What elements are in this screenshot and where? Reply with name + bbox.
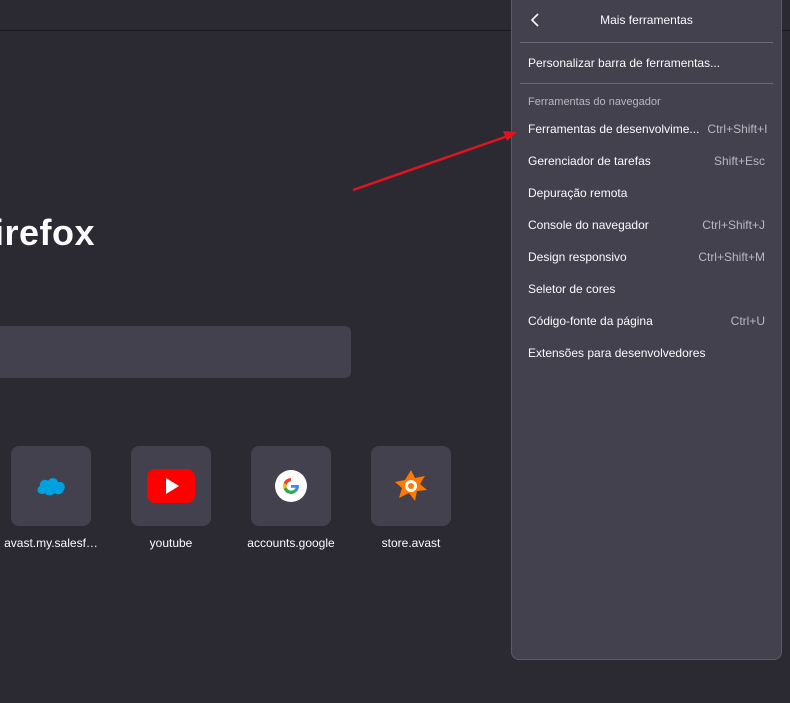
menu-item-shortcut: Ctrl+Shift+M: [698, 250, 765, 264]
menu-item-label: Personalizar barra de ferramentas...: [528, 56, 721, 70]
menu-item-label: Console do navegador: [528, 218, 649, 232]
google-g-icon: [275, 470, 307, 502]
tile-icon-box: [131, 446, 211, 526]
menu-item-shortcut: Ctrl+U: [730, 314, 765, 328]
menu-item-label: Código-fonte da página: [528, 314, 653, 328]
top-site-tile-avast[interactable]: store.avast: [371, 446, 451, 550]
tile-icon-box: [11, 446, 91, 526]
menu-item-shortcut: Shift+Esc: [713, 154, 765, 168]
menu-item-label: Design responsivo: [528, 250, 627, 264]
salesforce-cloud-icon: [37, 478, 65, 496]
tile-label: store.avast: [381, 536, 441, 550]
menu-item-label: Gerenciador de tarefas: [528, 154, 651, 168]
menu-item-label: Ferramentas de desenvolvime...: [528, 122, 700, 136]
menu-item-label: Depuração remota: [528, 186, 628, 200]
menu-item-task-manager[interactable]: Gerenciador de tarefas Shift+Esc: [512, 145, 781, 177]
menu-item-browser-console[interactable]: Console do navegador Ctrl+Shift+J: [512, 209, 781, 241]
menu-item-customize-toolbar[interactable]: Personalizar barra de ferramentas...: [512, 43, 781, 83]
menu-item-responsive-design[interactable]: Design responsivo Ctrl+Shift+M: [512, 241, 781, 273]
firefox-wordmark: irefox: [0, 212, 96, 253]
tile-icon-box: [371, 446, 451, 526]
menu-item-shortcut: Ctrl+Shift+I: [707, 122, 768, 136]
top-site-tile-youtube[interactable]: youtube: [131, 446, 211, 550]
search-input[interactable]: [0, 326, 351, 378]
menu-item-developer-extensions[interactable]: Extensões para desenvolvedores: [512, 337, 781, 369]
menu-item-shortcut: Ctrl+Shift+J: [702, 218, 765, 232]
menu-item-developer-tools[interactable]: Ferramentas de desenvolvime... Ctrl+Shif…: [512, 113, 781, 145]
more-tools-panel: Mais ferramentas Personalizar barra de f…: [511, 0, 782, 660]
top-site-tile-google[interactable]: accounts.google: [247, 446, 335, 550]
panel-header: Mais ferramentas: [512, 0, 781, 42]
youtube-icon: [147, 469, 195, 503]
panel-title: Mais ferramentas: [600, 13, 693, 27]
menu-item-label: Extensões para desenvolvedores: [528, 346, 706, 360]
menu-item-page-source[interactable]: Código-fonte da página Ctrl+U: [512, 305, 781, 337]
avast-icon: [395, 470, 427, 501]
top-site-tile-salesforce[interactable]: avast.my.salesf…: [4, 446, 98, 550]
menu-item-label: Seletor de cores: [528, 282, 616, 296]
menu-item-remote-debugging[interactable]: Depuração remota: [512, 177, 781, 209]
section-title-browser-tools: Ferramentas do navegador: [528, 96, 661, 108]
menu-item-color-picker[interactable]: Seletor de cores: [512, 273, 781, 305]
tile-icon-box: [251, 446, 331, 526]
